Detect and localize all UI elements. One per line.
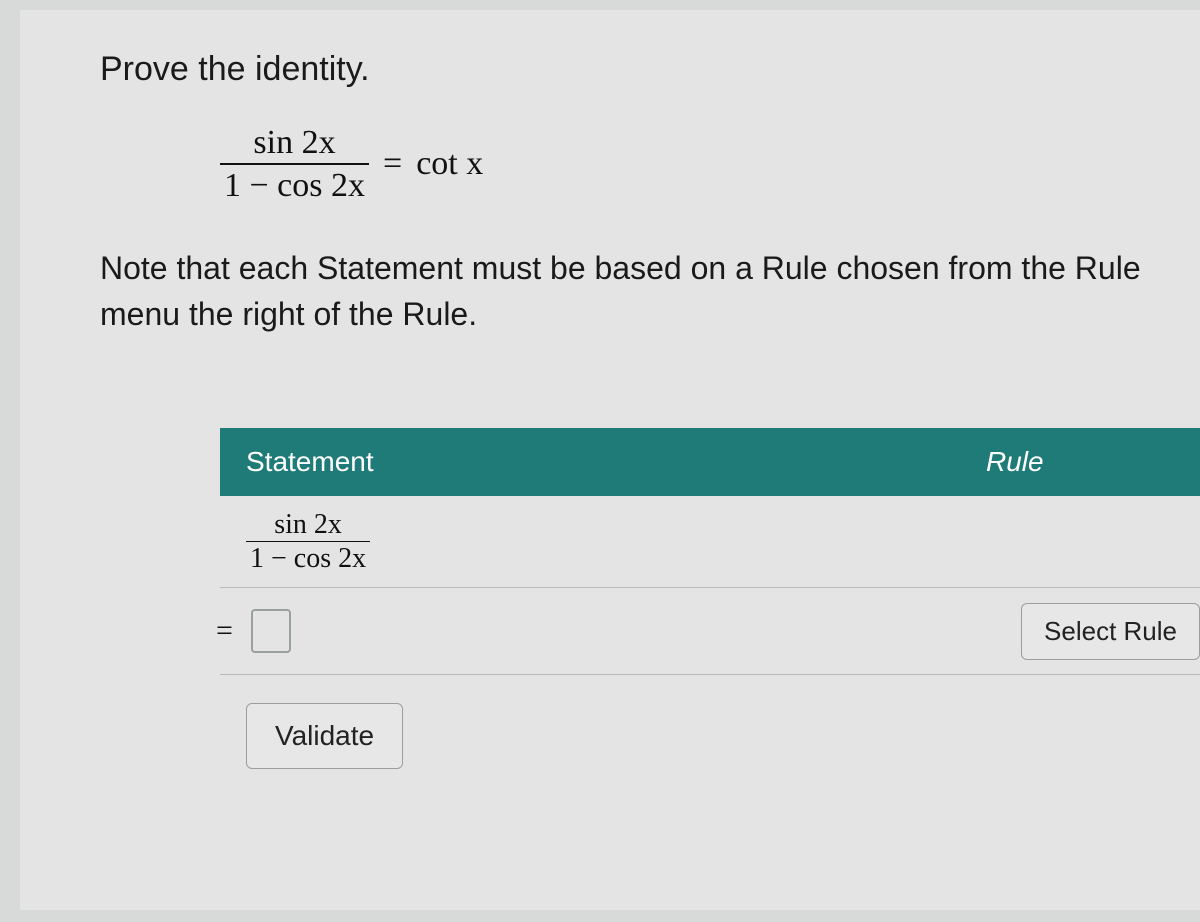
header-statement: Statement xyxy=(220,428,960,496)
statement-input[interactable] xyxy=(251,609,291,653)
validate-button[interactable]: Validate xyxy=(246,703,403,769)
identity-lhs-numerator: sin 2x xyxy=(249,124,339,163)
statement-1-denominator: 1 − cos 2x xyxy=(246,541,370,573)
instruction-note: Note that each Statement must be based o… xyxy=(100,245,1200,338)
identity-lhs-denominator: 1 − cos 2x xyxy=(220,163,369,204)
identity-rhs: cot x xyxy=(416,145,483,183)
identity-equation: sin 2x 1 − cos 2x = cot x xyxy=(220,124,1200,205)
identity-lhs-fraction: sin 2x 1 − cos 2x xyxy=(220,124,369,205)
validate-row: Validate xyxy=(220,675,1200,797)
equals-sign: = xyxy=(216,614,233,648)
question-page: Prove the identity. sin 2x 1 − cos 2x = … xyxy=(20,10,1200,910)
table-row: sin 2x 1 − cos 2x xyxy=(220,496,1200,589)
statement-1-numerator: sin 2x xyxy=(270,510,346,541)
statement-cell-1: sin 2x 1 − cos 2x xyxy=(220,496,960,588)
identity-equals: = xyxy=(383,145,402,183)
proof-table: Statement Rule sin 2x 1 − cos 2x = Selec… xyxy=(220,428,1200,798)
table-header: Statement Rule xyxy=(220,428,1200,496)
rule-cell-2: Select Rule xyxy=(960,588,1200,674)
header-rule: Rule xyxy=(960,428,1200,496)
statement-1-fraction: sin 2x 1 − cos 2x xyxy=(246,510,370,574)
rule-cell-1 xyxy=(960,496,1200,588)
select-rule-button[interactable]: Select Rule xyxy=(1021,603,1200,660)
prompt-text: Prove the identity. xyxy=(100,50,1200,89)
table-row: = Select Rule xyxy=(220,588,1200,675)
statement-cell-2: = xyxy=(220,588,960,674)
